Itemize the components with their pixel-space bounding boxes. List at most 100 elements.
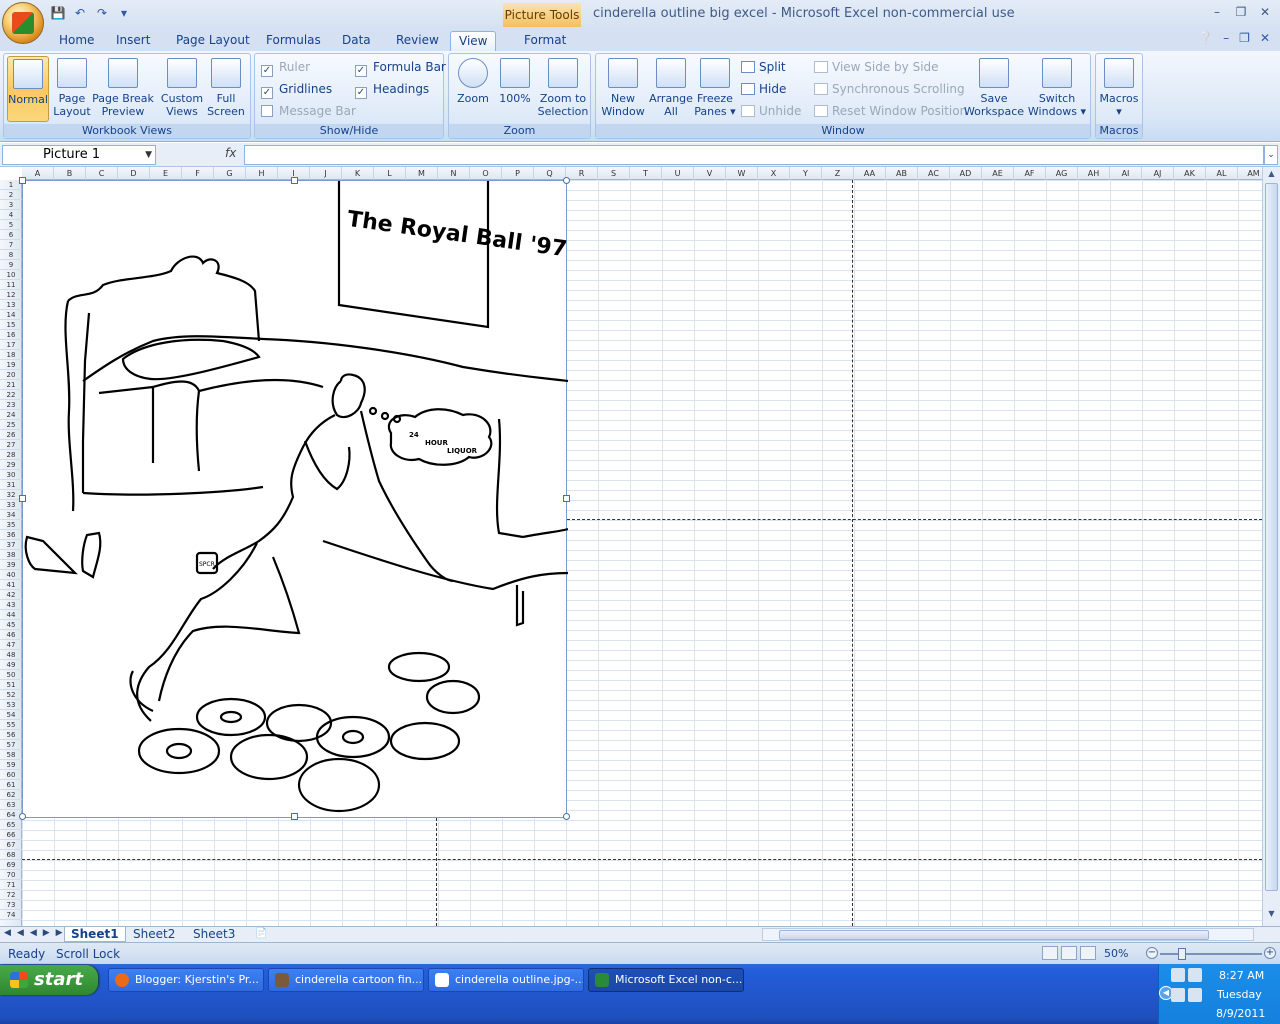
home-icon[interactable]	[1188, 988, 1202, 1002]
row-header[interactable]: 61	[0, 780, 22, 790]
row-header[interactable]: 40	[0, 570, 22, 580]
tab-formulas[interactable]: Formulas	[258, 31, 329, 51]
row-header[interactable]: 24	[0, 410, 22, 420]
new-window-button[interactable]: New Window	[600, 56, 646, 122]
row-header[interactable]: 28	[0, 450, 22, 460]
zoom-100-button[interactable]: 100%	[495, 56, 535, 122]
sheet-tab-sheet2[interactable]: Sheet2	[127, 927, 181, 942]
row-header[interactable]: 15	[0, 320, 22, 330]
row-header[interactable]: 9	[0, 260, 22, 270]
column-header[interactable]: AJ	[1142, 167, 1174, 180]
row-header[interactable]: 65	[0, 820, 22, 830]
sheet-tab-sheet1[interactable]: Sheet1	[64, 927, 126, 942]
column-header[interactable]: W	[726, 167, 758, 180]
worksheet-grid[interactable]: A B C D E F G H I J K L M N O P Q R S T U V W X Y Z AA AB AC AD AE AF AG…	[0, 167, 1262, 926]
zoom-level[interactable]: 50%	[1104, 947, 1128, 960]
row-header[interactable]: 44	[0, 610, 22, 620]
reset-window-position-button[interactable]: Reset Window Position	[814, 102, 967, 120]
zoom-to-selection-button[interactable]: Zoom to Selection	[537, 56, 589, 122]
taskbar-item-excel[interactable]: Microsoft Excel non-c...	[588, 968, 744, 992]
resize-handle-top[interactable]	[291, 177, 298, 184]
column-header[interactable]: AI	[1110, 167, 1142, 180]
synchronous-scrolling-button[interactable]: Synchronous Scrolling	[814, 80, 965, 98]
ruler-checkbox[interactable]: ✓ Ruler	[261, 58, 310, 77]
row-header[interactable]: 62	[0, 790, 22, 800]
customize-qat-icon[interactable]: ▾	[116, 5, 132, 21]
row-header[interactable]: 43	[0, 600, 22, 610]
column-header[interactable]: P	[502, 167, 534, 180]
insert-sheet-icon[interactable]: 📄	[255, 928, 269, 941]
column-header[interactable]: N	[438, 167, 470, 180]
row-header[interactable]: 13	[0, 300, 22, 310]
restore-icon[interactable]: ❐	[1234, 5, 1248, 19]
column-header[interactable]: K	[342, 167, 374, 180]
message-bar-checkbox[interactable]: Message Bar	[261, 102, 356, 120]
shield-icon[interactable]	[1171, 968, 1185, 982]
tab-format[interactable]: Format	[516, 31, 574, 51]
row-header[interactable]: 37	[0, 540, 22, 550]
column-header[interactable]: Q	[534, 167, 566, 180]
column-header[interactable]: D	[118, 167, 150, 180]
minimize-icon[interactable]: –	[1210, 5, 1224, 19]
row-header[interactable]: 6	[0, 230, 22, 240]
insert-function-icon[interactable]: fx	[225, 146, 236, 160]
resize-handle-bottom[interactable]	[291, 813, 298, 820]
row-header[interactable]: 35	[0, 520, 22, 530]
row-header[interactable]: 71	[0, 880, 22, 890]
row-header[interactable]: 52	[0, 690, 22, 700]
tab-page-layout[interactable]: Page Layout	[168, 31, 258, 51]
column-header[interactable]: AE	[982, 167, 1014, 180]
row-header[interactable]: 23	[0, 400, 22, 410]
row-header[interactable]: 39	[0, 560, 22, 570]
switch-windows-button[interactable]: Switch Windows ▾	[1026, 56, 1088, 122]
column-header[interactable]: AF	[1014, 167, 1046, 180]
tab-data[interactable]: Data	[334, 31, 379, 51]
row-header[interactable]: 36	[0, 530, 22, 540]
column-header[interactable]: B	[54, 167, 86, 180]
row-header[interactable]: 56	[0, 730, 22, 740]
formula-bar-checkbox[interactable]: ✓ Formula Bar	[355, 58, 446, 77]
row-header[interactable]: 55	[0, 720, 22, 730]
row-header[interactable]: 29	[0, 460, 22, 470]
vertical-scroll-thumb[interactable]	[1265, 183, 1278, 891]
page-layout-shortcut-icon[interactable]	[1061, 946, 1077, 960]
column-header[interactable]: AA	[854, 167, 886, 180]
column-header[interactable]: S	[598, 167, 630, 180]
page-layout-view-button[interactable]: Page Layout	[52, 56, 92, 122]
row-header[interactable]: 34	[0, 510, 22, 520]
column-header[interactable]: U	[662, 167, 694, 180]
column-header[interactable]: T	[630, 167, 662, 180]
column-header[interactable]: AD	[950, 167, 982, 180]
sheet-tab-sheet3[interactable]: Sheet3	[187, 927, 241, 942]
tab-view[interactable]: View	[450, 31, 497, 51]
unhide-button[interactable]: Unhide	[741, 102, 801, 120]
row-header[interactable]: 74	[0, 910, 22, 920]
expand-formula-bar-icon[interactable]: ⌄	[1264, 145, 1278, 165]
row-header[interactable]: 21	[0, 380, 22, 390]
row-header[interactable]: 50	[0, 670, 22, 680]
workbook-minimize-icon[interactable]: –	[1223, 31, 1229, 45]
row-header[interactable]: 5	[0, 220, 22, 230]
vertical-scrollbar[interactable]: ▲ ▼	[1262, 167, 1280, 926]
selected-picture[interactable]: The Royal Ball '97 24 HOUR LIQUOR SPCR	[19, 177, 570, 820]
row-header[interactable]: 14	[0, 310, 22, 320]
save-icon[interactable]: 💾	[50, 5, 66, 21]
view-side-by-side-button[interactable]: View Side by Side	[814, 58, 939, 76]
arrange-all-button[interactable]: Arrange All	[648, 56, 694, 122]
formula-input[interactable]	[244, 145, 1264, 165]
freeze-panes-button[interactable]: Freeze Panes ▾	[694, 56, 736, 122]
zoom-knob[interactable]	[1178, 948, 1186, 960]
macros-button[interactable]: Macros ▾	[1098, 56, 1140, 122]
column-header[interactable]: M	[406, 167, 438, 180]
row-header[interactable]: 12	[0, 290, 22, 300]
row-header[interactable]: 17	[0, 340, 22, 350]
sync-icon[interactable]	[1171, 988, 1185, 1002]
row-header[interactable]: 16	[0, 330, 22, 340]
row-header[interactable]: 42	[0, 590, 22, 600]
row-header[interactable]: 27	[0, 440, 22, 450]
headings-checkbox[interactable]: ✓ Headings	[355, 80, 429, 99]
row-header[interactable]: 7	[0, 240, 22, 250]
row-header[interactable]: 58	[0, 750, 22, 760]
resize-handle-top-right[interactable]	[563, 177, 570, 184]
column-header[interactable]: O	[470, 167, 502, 180]
